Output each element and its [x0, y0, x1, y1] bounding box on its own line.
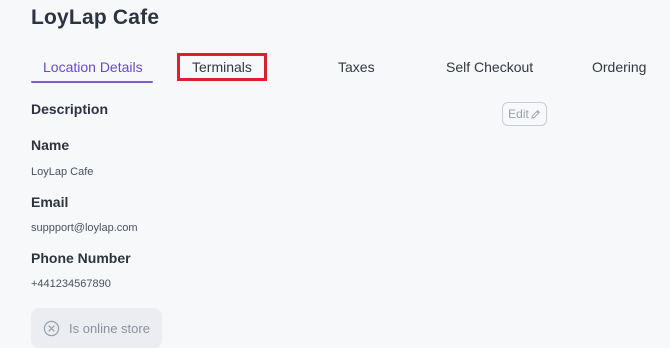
- tab-label: Terminals: [192, 59, 252, 75]
- online-store-label: Is online store: [69, 320, 150, 336]
- name-value: LoyLap Cafe: [31, 166, 94, 178]
- tab-label: Taxes: [338, 59, 375, 75]
- edit-label: Edit: [508, 107, 529, 121]
- active-tab-underline: [31, 81, 153, 83]
- email-value: suppport@loylap.com: [31, 222, 138, 234]
- edit-button[interactable]: Edit: [502, 102, 547, 126]
- tab-terminals[interactable]: Terminals: [177, 53, 267, 81]
- tab-label: Location Details: [43, 59, 143, 75]
- tab-ordering[interactable]: Ordering: [592, 55, 646, 79]
- tab-taxes[interactable]: Taxes: [338, 55, 375, 79]
- circle-x-icon: [43, 320, 60, 336]
- email-label: Email: [31, 194, 69, 210]
- name-label: Name: [31, 137, 70, 153]
- description-label: Description: [31, 101, 109, 117]
- page-title: LoyLap Cafe: [31, 6, 160, 29]
- tab-self-checkout[interactable]: Self Checkout: [446, 55, 533, 79]
- pencil-icon: [531, 109, 540, 119]
- phone-value: +441234567890: [31, 278, 111, 290]
- tab-label: Ordering: [592, 59, 647, 75]
- online-store-toggle[interactable]: Is online store: [31, 308, 162, 348]
- tab-location-details[interactable]: Location Details: [31, 55, 153, 83]
- tab-label: Self Checkout: [446, 59, 534, 75]
- phone-label: Phone Number: [31, 250, 131, 266]
- tab-bar: Location Details Terminals Taxes Self Ch…: [0, 53, 670, 83]
